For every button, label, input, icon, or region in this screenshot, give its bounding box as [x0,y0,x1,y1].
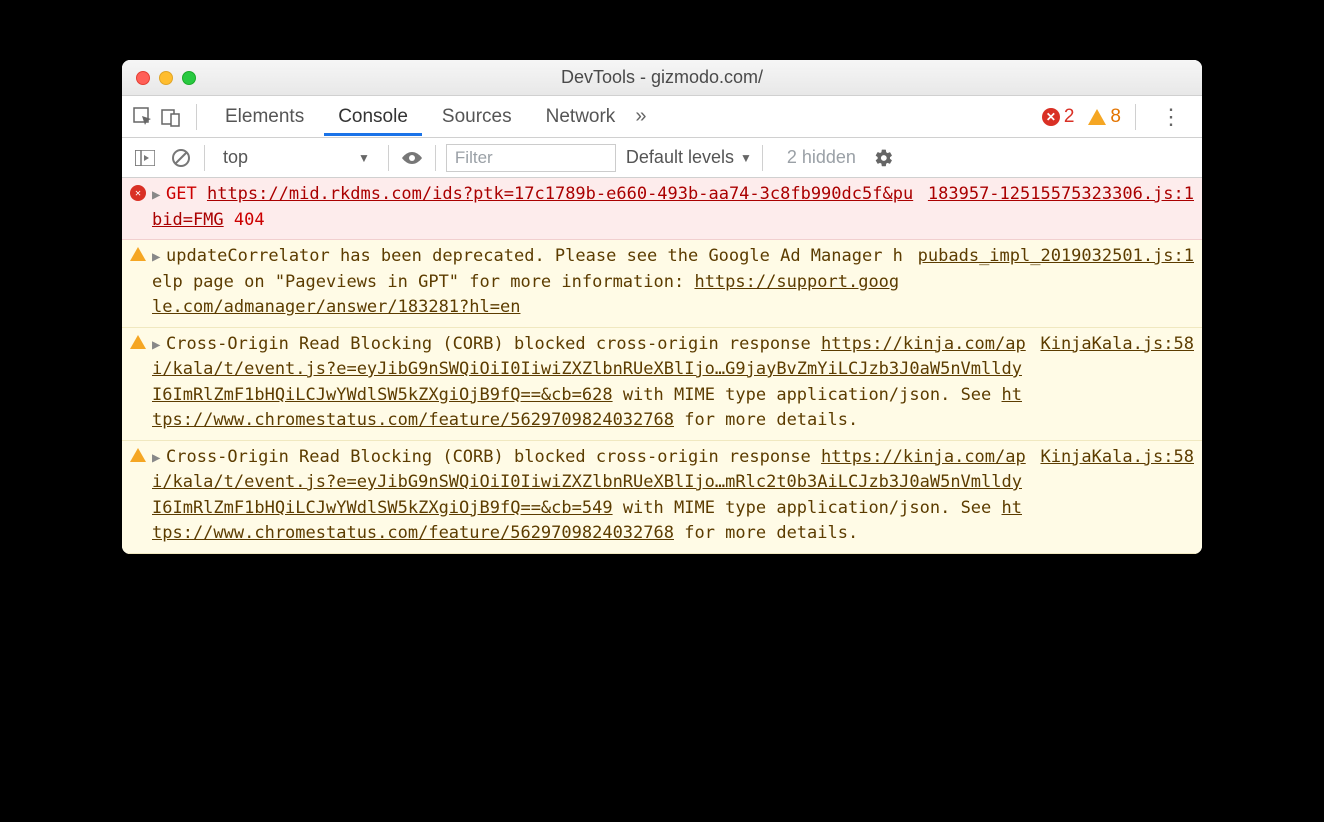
console-messages: ✕ ▶GET https://mid.rkdms.com/ids?ptk=17c… [122,178,1202,554]
titlebar: DevTools - gizmodo.com/ [122,60,1202,96]
tab-sources[interactable]: Sources [428,97,526,136]
devtools-menu-icon[interactable]: ⋮ [1150,104,1192,130]
message-text-post: for more details. [674,410,858,430]
message-text: Cross-Origin Read Blocking (CORB) blocke… [166,334,821,354]
log-levels-label: Default levels [626,147,734,168]
console-toolbar: top ▼ Default levels ▼ 2 hidden [122,138,1202,178]
http-status: 404 [234,210,265,230]
error-count-badge[interactable]: ✕ 2 [1042,106,1075,128]
context-selector[interactable]: top ▼ [215,145,378,170]
tab-elements[interactable]: Elements [211,97,318,136]
inspect-icon[interactable] [132,107,154,127]
warning-icon [1088,109,1106,125]
console-message-error[interactable]: ✕ ▶GET https://mid.rkdms.com/ids?ptk=17c… [122,178,1202,240]
console-message-warning[interactable]: ▶Cross-Origin Read Blocking (CORB) block… [122,328,1202,441]
expand-icon[interactable]: ▶ [152,247,166,268]
warning-icon [130,335,146,349]
warning-icon [130,247,146,261]
error-icon: ✕ [1042,108,1060,126]
close-window-button[interactable] [136,71,150,85]
clear-console-icon[interactable] [168,145,194,171]
tab-console[interactable]: Console [324,97,422,136]
filter-input[interactable] [446,144,616,172]
more-tabs-icon[interactable]: » [635,105,646,128]
source-link[interactable]: pubads_impl_2019032501.js:1 [918,244,1194,321]
request-url[interactable]: https://mid.rkdms.com/ids?ptk=17c1789b-e… [152,184,913,230]
chevron-down-icon: ▼ [740,151,752,165]
message-text-mid: with MIME type application/json. See [613,498,1002,518]
http-method: GET [166,184,197,204]
settings-icon[interactable] [874,148,894,168]
tab-network[interactable]: Network [532,97,630,136]
window-title: DevTools - gizmodo.com/ [122,67,1202,88]
sidebar-toggle-icon[interactable] [132,145,158,171]
devtools-tabbar: Elements Console Sources Network » ✕ 2 8… [122,96,1202,138]
error-icon: ✕ [130,185,146,201]
context-label: top [223,147,248,168]
minimize-window-button[interactable] [159,71,173,85]
device-toolbar-icon[interactable] [160,107,182,127]
window-controls [122,71,196,85]
log-levels-selector[interactable]: Default levels ▼ [626,147,752,168]
message-text-mid: with MIME type application/json. See [613,385,1002,405]
expand-icon[interactable]: ▶ [152,185,166,206]
source-link[interactable]: KinjaKala.js:58 [1040,445,1194,547]
warning-icon [130,448,146,462]
maximize-window-button[interactable] [182,71,196,85]
source-link[interactable]: 183957-12515575323306.js:1 [928,182,1194,233]
devtools-window: DevTools - gizmodo.com/ Elements Console… [122,60,1202,554]
expand-icon[interactable]: ▶ [152,448,166,469]
error-count: 2 [1064,106,1075,128]
message-text: Cross-Origin Read Blocking (CORB) blocke… [166,447,821,467]
source-link[interactable]: KinjaKala.js:58 [1040,332,1194,434]
console-message-warning[interactable]: ▶updateCorrelator has been deprecated. P… [122,240,1202,328]
expand-icon[interactable]: ▶ [152,335,166,356]
warning-count-badge[interactable]: 8 [1088,106,1121,128]
warning-count: 8 [1110,106,1121,128]
message-text-post: for more details. [674,523,858,543]
console-message-warning[interactable]: ▶Cross-Origin Read Blocking (CORB) block… [122,441,1202,554]
hidden-count[interactable]: 2 hidden [787,147,856,168]
live-expression-icon[interactable] [399,145,425,171]
chevron-down-icon: ▼ [358,151,370,165]
